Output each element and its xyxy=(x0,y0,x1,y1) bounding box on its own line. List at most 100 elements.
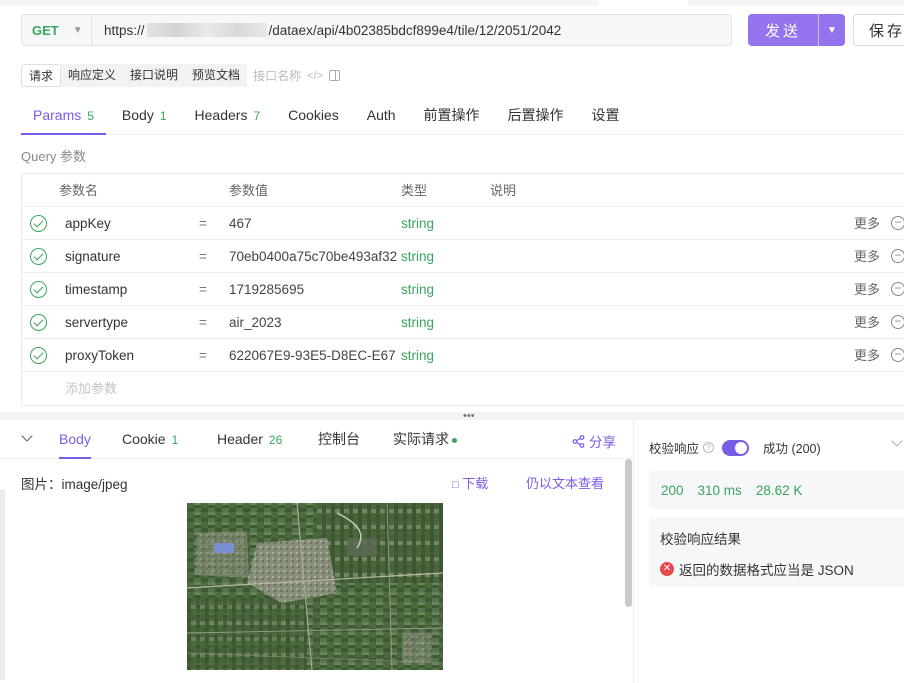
add-param-row[interactable]: 添加参数 xyxy=(22,372,904,405)
tab-params[interactable]: Params 5 xyxy=(21,100,106,135)
param-name[interactable]: proxyToken xyxy=(65,339,134,372)
tab-cookies[interactable]: Cookies xyxy=(276,100,351,135)
subtab-api-doc[interactable]: 接口说明 xyxy=(123,64,186,87)
tab-count: 26 xyxy=(268,433,283,447)
rtab-body[interactable]: Body xyxy=(59,421,91,459)
remove-icon[interactable]: − xyxy=(891,348,904,362)
view-subtabs: 请求 响应定义 接口说明 预览文档 接口名称 </> xyxy=(21,64,340,87)
rtab-cookie[interactable]: Cookie 1 xyxy=(122,421,178,458)
check-icon[interactable] xyxy=(30,248,47,265)
param-value[interactable]: 467 xyxy=(229,207,397,240)
rtab-header[interactable]: Header 26 xyxy=(217,421,282,458)
remove-icon[interactable]: − xyxy=(891,216,904,230)
error-icon: ✕ xyxy=(660,562,674,576)
verify-error-text: 返回的数据格式应当是 JSON xyxy=(679,563,854,578)
param-name[interactable]: servertype xyxy=(65,306,128,339)
param-value[interactable]: 70eb0400a75c70be493af32 xyxy=(229,240,397,273)
scrollbar[interactable] xyxy=(625,459,632,607)
subtab-request[interactable]: 请求 xyxy=(21,64,62,87)
status-dot xyxy=(452,437,457,443)
header-value: 参数值 xyxy=(229,183,269,198)
tab-count: 1 xyxy=(171,433,179,447)
method-select[interactable]: GET ▼ xyxy=(22,15,92,45)
more-button[interactable]: 更多 xyxy=(854,207,880,240)
param-name[interactable]: signature xyxy=(65,240,121,273)
view-as-text-link[interactable]: 仍以文本查看 xyxy=(526,473,604,492)
param-value[interactable]: 1719285695 xyxy=(229,273,397,306)
response-size: 28.62 K xyxy=(755,482,803,498)
subtab-response-def[interactable]: 响应定义 xyxy=(61,64,124,87)
param-type[interactable]: string xyxy=(401,273,434,306)
content-type-label: 图片：image/jpeg xyxy=(21,477,128,492)
tab-auth[interactable]: Auth xyxy=(355,100,408,135)
more-button[interactable]: 更多 xyxy=(854,240,880,273)
vertical-divider[interactable] xyxy=(633,420,634,683)
param-type[interactable]: string xyxy=(401,240,434,273)
top-strip xyxy=(0,0,904,6)
chevron-down-icon: ▼ xyxy=(72,24,83,36)
more-button[interactable]: 更多 xyxy=(854,339,880,372)
verify-result-title: 校验响应结果 xyxy=(660,532,741,547)
verify-result-message: ✕ 返回的数据格式应当是 JSON xyxy=(660,559,854,579)
url-input[interactable]: https:// /dataex/api/4b02385bdcf899e4/ti… xyxy=(92,23,561,38)
remove-icon[interactable]: − xyxy=(891,282,904,296)
rtab-console[interactable]: 控制台 xyxy=(318,421,360,457)
share-icon xyxy=(572,434,585,448)
save-button[interactable]: 保存 xyxy=(853,14,904,46)
more-button[interactable]: 更多 xyxy=(854,306,880,339)
send-divider xyxy=(818,14,819,46)
download-button[interactable]: □ 下载 xyxy=(452,473,488,492)
tab-label: 实际请求 xyxy=(393,431,449,447)
verify-response-toggle-row: 校验响应 ? xyxy=(649,438,750,457)
rtab-actual-request[interactable]: 实际请求 xyxy=(393,421,457,457)
param-name[interactable]: timestamp xyxy=(65,273,127,306)
tab-pre-actions[interactable]: 前置操作 xyxy=(412,100,492,135)
api-name-input[interactable]: 接口名称 xyxy=(253,67,301,84)
tab-headers[interactable]: Headers 7 xyxy=(183,100,273,135)
table-row: servertype = air_2023 string 更多 − xyxy=(22,306,904,339)
share-label: 分享 xyxy=(589,435,616,450)
param-type[interactable]: string xyxy=(401,306,434,339)
param-value[interactable]: 622067E9-93E5-D8EC-E67 xyxy=(229,339,397,372)
equals-sign: = xyxy=(199,348,207,363)
more-button[interactable]: 更多 xyxy=(854,273,880,306)
header-name: 参数名 xyxy=(59,183,99,198)
tab-body[interactable]: Body 1 xyxy=(110,100,179,135)
tab-label: 后置操作 xyxy=(507,107,564,123)
help-icon[interactable]: ? xyxy=(703,442,715,453)
tab-post-actions[interactable]: 后置操作 xyxy=(496,100,576,135)
redacted-host xyxy=(146,23,267,37)
remove-icon[interactable]: − xyxy=(891,249,904,263)
code-icon[interactable]: </> xyxy=(307,70,323,82)
share-button[interactable]: 分享 xyxy=(572,431,616,451)
param-type[interactable]: string xyxy=(401,207,434,240)
check-icon[interactable] xyxy=(30,347,47,364)
table-row: signature = 70eb0400a75c70be493af32 stri… xyxy=(22,240,904,273)
response-tabs: Body Cookie 1 Header 26 控制台 实际请求 xyxy=(0,421,632,459)
param-value[interactable]: air_2023 xyxy=(229,306,397,339)
satellite-tile-image xyxy=(187,503,443,670)
request-tabs: Params 5 Body 1 Headers 7 Cookies Auth 前置操作… xyxy=(21,100,904,135)
panel-icon[interactable] xyxy=(328,70,340,81)
remove-icon[interactable]: − xyxy=(891,315,904,329)
tab-label: Cookie xyxy=(122,431,166,447)
add-param-input[interactable]: 添加参数 xyxy=(65,372,117,405)
table-row: timestamp = 1719285695 string 更多 − xyxy=(22,273,904,306)
check-icon[interactable] xyxy=(30,281,47,298)
panel-splitter[interactable] xyxy=(0,412,904,420)
tab-count: 7 xyxy=(253,109,261,123)
equals-sign: = xyxy=(199,315,207,330)
param-name[interactable]: appKey xyxy=(65,207,111,240)
check-icon[interactable] xyxy=(30,215,47,232)
check-icon[interactable] xyxy=(30,314,47,331)
param-type[interactable]: string xyxy=(401,339,434,372)
tab-settings[interactable]: 设置 xyxy=(580,100,632,135)
url-path: /dataex/api/4b02385bdcf899e4/tile/12/205… xyxy=(268,22,562,38)
subtab-preview-doc[interactable]: 预览文档 xyxy=(185,64,248,87)
url-bar[interactable]: GET ▼ https:// /dataex/api/4b02385bdcf89… xyxy=(21,14,732,46)
chevron-down-icon[interactable]: ▼ xyxy=(819,25,845,36)
chevron-down-icon[interactable] xyxy=(891,435,903,447)
verify-toggle[interactable] xyxy=(722,439,750,456)
verify-status[interactable]: 成功 (200) xyxy=(763,438,821,457)
send-button[interactable]: 发送 ▼ xyxy=(748,14,845,46)
